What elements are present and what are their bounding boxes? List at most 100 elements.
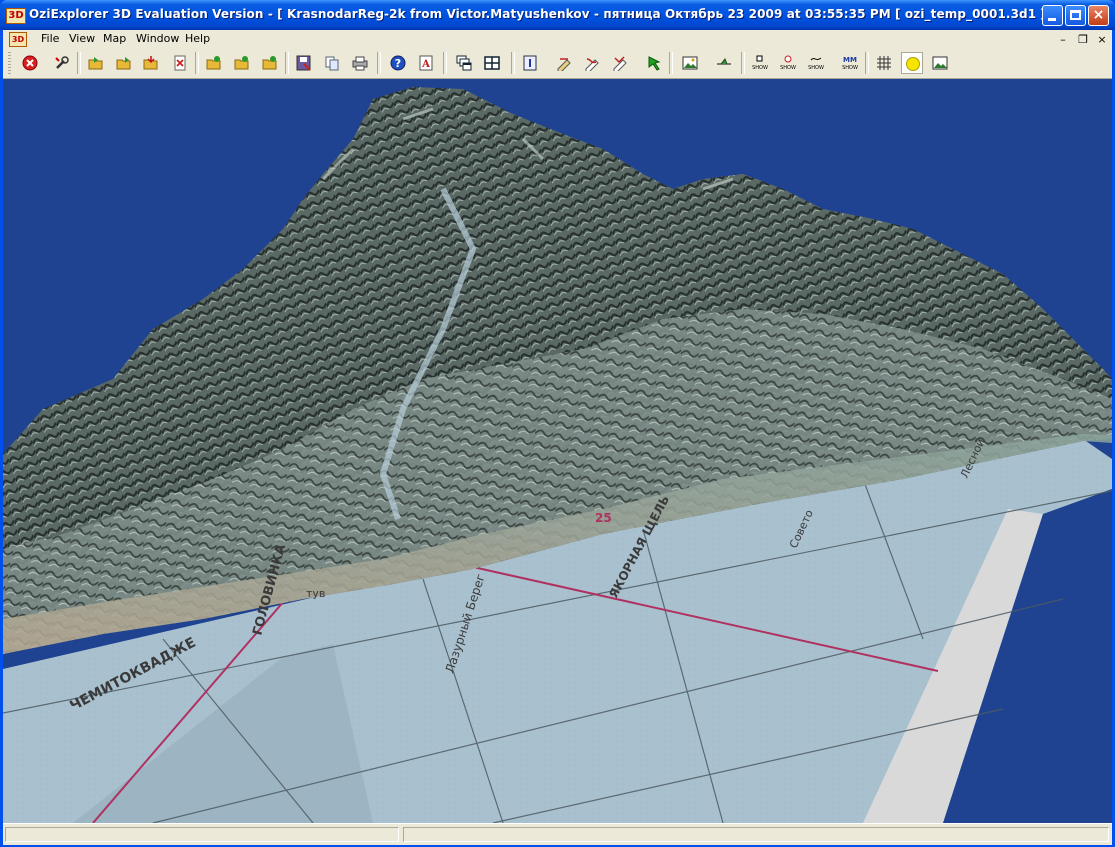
tile-button[interactable] <box>481 52 503 74</box>
menu-window[interactable]: Window <box>136 32 179 45</box>
show-icon: SHOW <box>780 55 796 71</box>
open-1-button[interactable] <box>85 52 107 74</box>
track-icon <box>585 58 599 71</box>
help-icon: ? <box>390 55 406 71</box>
close-icon: × <box>1092 7 1105 23</box>
show-caption: SHOW <box>808 65 824 71</box>
child-close-button[interactable]: × <box>1093 32 1111 48</box>
close-button[interactable]: × <box>1088 5 1109 26</box>
save-icon <box>296 55 311 71</box>
route-button[interactable] <box>609 52 631 74</box>
open-3-button[interactable] <box>140 52 162 74</box>
print-icon <box>352 56 368 71</box>
about-icon: A <box>419 55 433 71</box>
route-icon <box>613 56 627 71</box>
about-button[interactable]: A <box>415 52 437 74</box>
print-button[interactable] <box>349 52 371 74</box>
mm-caption: MM <box>843 56 857 64</box>
map-label-tub: тув <box>306 587 325 600</box>
show-icon: MMSHOW <box>842 56 858 71</box>
status-panel-1 <box>5 827 399 842</box>
app-window: 3D OziExplorer 3D Evaluation Version - [… <box>0 0 1115 847</box>
show-caption: SHOW <box>780 65 796 71</box>
show-points-button[interactable]: SHOW <box>777 52 799 74</box>
tools-button[interactable] <box>51 52 73 74</box>
open-folder-icon <box>88 57 103 70</box>
show-caption: SHOW <box>842 65 858 71</box>
status-bar <box>3 823 1112 845</box>
open-folder-icon <box>116 57 131 70</box>
menu-map[interactable]: Map <box>103 32 126 45</box>
picture-icon <box>932 56 948 70</box>
plane-button[interactable] <box>713 52 735 74</box>
toolbar-grip[interactable] <box>8 52 11 74</box>
grid-icon <box>877 56 891 70</box>
stop-icon <box>22 55 38 71</box>
toolbar-separator <box>377 52 381 74</box>
svg-text:A: A <box>421 59 430 70</box>
tile-icon <box>484 56 500 70</box>
toolbar: ? A SHOW SHOW SHOW MM SHOW <box>3 48 1112 79</box>
show-icon: SHOW <box>752 55 768 71</box>
toolbar-separator <box>741 52 745 74</box>
snapshot-button[interactable] <box>929 52 951 74</box>
show-mm-button[interactable]: MM SHOW <box>839 52 861 74</box>
show-tracks-button[interactable]: SHOW <box>805 52 827 74</box>
3d-viewport[interactable]: ЧЕМИТОКВАДЖЕ ГОЛОВИНКА Лазурный Берег ЯК… <box>3 79 1112 823</box>
menu-file[interactable]: File <box>41 32 59 45</box>
waypoint-button[interactable] <box>553 52 575 74</box>
open-2-button[interactable] <box>113 52 135 74</box>
show-caption: SHOW <box>752 65 768 71</box>
wrench-icon <box>55 56 69 69</box>
grid-button[interactable] <box>873 52 895 74</box>
cascade-button[interactable] <box>453 52 475 74</box>
menu-help[interactable]: Help <box>185 32 210 45</box>
folder-icon <box>206 56 221 70</box>
app-3d-icon[interactable]: 3D <box>6 8 26 24</box>
svg-text:?: ? <box>395 57 401 70</box>
info-icon <box>523 55 537 71</box>
copy-button[interactable] <box>321 52 343 74</box>
folder-icon <box>262 56 277 70</box>
toolbar-separator <box>511 52 515 74</box>
maximize-button[interactable] <box>1065 5 1086 26</box>
title-bar[interactable]: 3D OziExplorer 3D Evaluation Version - [… <box>0 0 1115 30</box>
track-button[interactable] <box>581 52 603 74</box>
status-panel-2 <box>403 827 1109 842</box>
child-restore-button[interactable]: ❐ <box>1074 32 1092 48</box>
remove-button[interactable] <box>169 52 191 74</box>
terrain-scene[interactable]: ЧЕМИТОКВАДЖЕ ГОЛОВИНКА Лазурный Берег ЯК… <box>3 79 1112 823</box>
menu-view[interactable]: View <box>69 32 95 45</box>
go-button[interactable] <box>643 52 665 74</box>
show-icon: SHOW <box>808 57 824 71</box>
save-button[interactable] <box>293 52 315 74</box>
waypoint-icon <box>557 58 571 71</box>
load-tracks-button[interactable] <box>231 52 253 74</box>
child-minimize-button[interactable]: – <box>1054 32 1072 48</box>
window-title: OziExplorer 3D Evaluation Version - [ Kr… <box>29 7 1052 21</box>
toolbar-separator <box>669 52 673 74</box>
load-routes-button[interactable] <box>259 52 281 74</box>
sun-button[interactable] <box>901 52 923 74</box>
map-image-button[interactable] <box>679 52 701 74</box>
sun-icon <box>906 57 920 71</box>
toolbar-separator <box>77 52 81 74</box>
help-button[interactable]: ? <box>387 52 409 74</box>
toolbar-separator <box>443 52 447 74</box>
child-window-icon[interactable]: 3D <box>9 32 27 47</box>
close-scene-button[interactable] <box>19 52 41 74</box>
picture-icon <box>682 56 698 70</box>
delete-icon <box>174 55 186 71</box>
open-folder-icon <box>143 56 158 70</box>
copy-icon <box>325 56 339 71</box>
toolbar-separator <box>285 52 289 74</box>
load-waypoints-button[interactable] <box>203 52 225 74</box>
map-label-25: 25 <box>595 511 612 525</box>
plane-icon <box>717 58 731 65</box>
toolbar-separator <box>195 52 199 74</box>
minimize-button[interactable] <box>1042 5 1063 26</box>
info-button[interactable] <box>519 52 541 74</box>
show-waypoints-button[interactable]: SHOW <box>749 52 771 74</box>
arrow-icon <box>648 56 661 71</box>
menu-bar: 3D File View Map Window Help – ❐ × <box>3 30 1112 48</box>
